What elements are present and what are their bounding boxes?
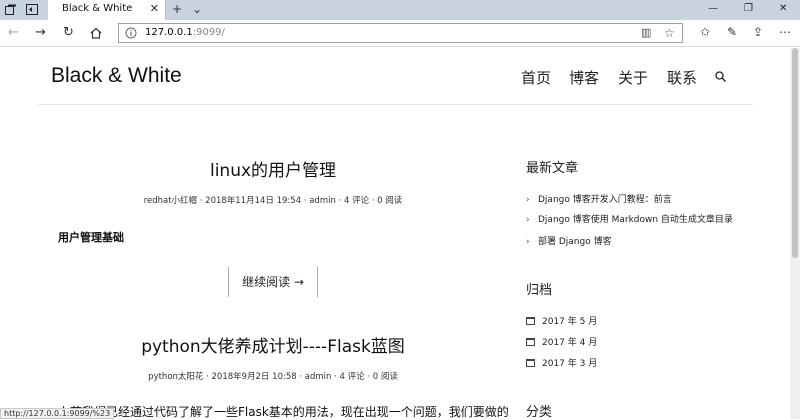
sidebar-latest-item[interactable]: › 部署 Django 博客 [526,234,612,247]
archive-link[interactable]: 2017 年 5 月 [542,317,597,327]
page-scrollbar[interactable] [790,48,800,419]
favorites-hub-icon[interactable]: ✩ [700,25,710,39]
sidebar-heading-archive: 归档 [526,283,553,298]
post-title-link[interactable]: python大佬养成计划----Flask蓝图 [58,332,488,357]
refresh-icon[interactable]: ↻ [63,25,74,40]
search-icon[interactable] [715,71,726,82]
chevron-right-icon: › [526,195,530,205]
nav-link-blog[interactable]: 博客 [569,67,599,88]
nav-link-home[interactable]: 首页 [521,67,551,88]
address-bar[interactable]: 127.0.0.1:9099/ ▥ ☆ [118,23,683,43]
chevron-right-icon: › [526,237,530,247]
latest-post-link[interactable]: 部署 Django 博客 [538,237,612,247]
share-icon[interactable]: ⇪ [753,25,763,39]
minimize-icon[interactable]: — [708,3,718,14]
archive-link[interactable]: 2017 年 4 月 [542,338,597,348]
nav-link-about[interactable]: 关于 [618,67,648,88]
forward-icon[interactable]: → [35,25,46,40]
web-page: Black & White 首页 博客 关于 联系 linux的用户管理 red… [0,48,790,420]
archive-item[interactable]: 2017 年 3 月 [526,356,597,369]
browser-navbar: ← → ↻ 127.0.0.1:9099/ ▥ ☆ ✩ ✎ ⇪ ⋯ [0,20,800,47]
sidebar-latest-item[interactable]: › Django 博客使用 Markdown 自动生成文章目录 [526,212,733,225]
header-divider [38,104,753,105]
tab-actions-icon[interactable] [5,4,17,15]
post-excerpt: 上节我们已经通过代码了解了一些Flask基本的用法，现在出现一个问题，我们要做的 [58,405,509,419]
restore-icon[interactable]: ❐ [744,3,753,14]
reading-view-icon[interactable]: ▥ [641,26,651,39]
close-window-icon[interactable]: ✕ [779,3,787,14]
post-meta: python太阳花 · 2018年9月2日 10:58 · admin · 4 … [148,372,398,382]
back-icon[interactable]: ← [8,25,19,40]
post-title-link[interactable]: linux的用户管理 [58,156,488,181]
more-menu-icon[interactable]: ⋯ [779,25,791,39]
calendar-icon [526,317,535,325]
url-host: 127.0.0.1 [145,27,193,38]
sidebar-heading-latest: 最新文章 [526,161,579,176]
home-icon[interactable] [90,27,102,39]
web-notes-icon[interactable]: ✎ [727,25,737,39]
url-text: 127.0.0.1:9099/ [145,27,225,38]
archive-item[interactable]: 2017 年 5 月 [526,314,597,327]
sidebar-latest-item[interactable]: › Django 博客开发入门教程：前言 [526,192,672,205]
tab-menu-chevron-icon[interactable]: ⌄ [192,2,202,16]
status-bar-url: http://127.0.0.1:9099/%23 [0,408,115,419]
favorite-star-icon[interactable]: ☆ [664,26,675,40]
read-more-button[interactable]: 继续阅读 → [228,267,318,297]
calendar-icon [526,359,535,367]
browser-tab-active[interactable]: Black & White ✕ [48,0,166,20]
set-aside-tabs-icon[interactable] [26,4,38,15]
latest-post-link[interactable]: Django 博客使用 Markdown 自动生成文章目录 [538,215,733,225]
nav-link-contact[interactable]: 联系 [667,67,697,88]
scrollbar-thumb[interactable] [792,48,798,258]
browser-titlebar: Black & White ✕ + ⌄ — ❐ ✕ [0,0,800,20]
url-path: :9099/ [192,27,225,38]
post-meta: redhat小红帽 · 2018年11月14日 19:54 · admin · … [143,196,403,206]
site-logo-title[interactable]: Black & White [51,64,182,88]
archive-item[interactable]: 2017 年 4 月 [526,335,597,348]
new-tab-icon[interactable]: + [172,2,182,16]
archive-link[interactable]: 2017 年 3 月 [542,359,597,369]
latest-post-link[interactable]: Django 博客开发入门教程：前言 [538,195,672,205]
chevron-right-icon: › [526,215,530,225]
post-excerpt: 用户管理基础 [58,231,124,244]
sidebar-heading-category: 分类 [526,405,553,420]
tab-close-icon[interactable]: ✕ [150,2,159,15]
site-info-icon[interactable] [125,27,137,39]
calendar-icon [526,338,535,346]
tab-title: Black & White [62,3,133,14]
